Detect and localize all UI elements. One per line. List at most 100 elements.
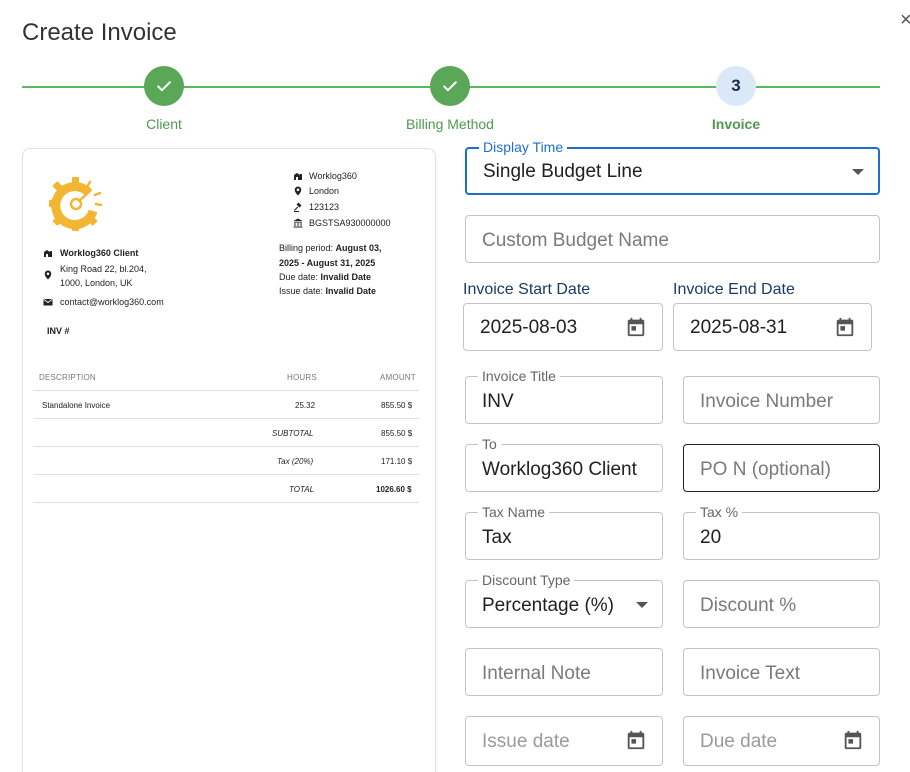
client-address-line1: King Road 22, bl.204, (60, 264, 147, 274)
total-label: TOTAL (289, 485, 315, 494)
invoice-end-date-input[interactable]: 2025-08-31 (673, 303, 872, 351)
step-billing-check[interactable] (430, 66, 470, 106)
due-date-label: Due date: (279, 272, 319, 282)
custom-budget-name-placeholder: Custom Budget Name (482, 230, 669, 251)
subtotal-label: SUBTOTAL (272, 429, 314, 438)
billing-period-value-continued: 2025 - August 31, 2025 (279, 258, 376, 268)
discount-type-label: Discount Type (478, 573, 575, 587)
issue-date-value: Invalid Date (325, 286, 377, 296)
company-logo-gear-icon (49, 177, 103, 231)
invoice-ref: INV # (47, 326, 70, 336)
email-icon (43, 297, 53, 307)
invoice-title-input[interactable]: Invoice Title INV (465, 369, 663, 424)
issue-date-label: Issue date: (279, 286, 324, 296)
check-icon (157, 81, 171, 92)
dialog-title: Create Invoice (22, 19, 177, 46)
issue-date-line: Issue date: Invalid Date (279, 287, 376, 296)
table-header-description: DESCRIPTION (39, 373, 96, 382)
row-amount: 855.50 $ (381, 401, 413, 410)
tax-percent-input[interactable]: Tax % 20 (683, 505, 880, 560)
issue-date-placeholder: Issue date (482, 731, 570, 752)
billing-period-value: August 03, (335, 243, 382, 253)
due-date-line: Due date: Invalid Date (279, 273, 371, 282)
invoice-text-input[interactable]: Invoice Text (683, 648, 880, 696)
check-icon (443, 81, 457, 92)
subtotal-value: 855.50 $ (381, 429, 413, 438)
invoice-end-date-label: Invoice End Date (673, 281, 795, 298)
invoice-preview: Worklog360 London 123123 BGSTSA930000000… (22, 148, 436, 772)
discount-percent-input[interactable]: Discount % (683, 580, 880, 628)
table-divider (33, 390, 419, 391)
discount-percent-placeholder: Discount % (700, 595, 797, 616)
step-invoice-number[interactable]: 3 (716, 66, 756, 106)
calendar-icon[interactable] (625, 729, 647, 751)
tax-percent-value: 20 (700, 527, 722, 548)
to-label: To (478, 437, 501, 451)
calendar-icon[interactable] (625, 316, 647, 338)
building-icon (43, 248, 53, 258)
po-number-input[interactable]: PO N (optional) (683, 444, 880, 492)
billing-period-label: Billing period: (279, 243, 334, 253)
chevron-down-icon (636, 602, 648, 608)
billing-period: Billing period: August 03, (279, 244, 382, 253)
client-name: Worklog360 Client (60, 248, 139, 258)
invoice-title-value: INV (482, 391, 514, 412)
calendar-icon[interactable] (834, 316, 856, 338)
invoice-number-placeholder: Invoice Number (700, 391, 834, 412)
due-date-placeholder: Due date (700, 731, 778, 752)
step-label-client[interactable]: Client (146, 116, 182, 132)
discount-type-value: Percentage (%) (482, 595, 615, 616)
tax-percent-label: Tax % (696, 505, 743, 519)
step-client-check[interactable] (144, 66, 184, 106)
to-input[interactable]: To Worklog360 Client (465, 437, 663, 492)
display-time-label: Display Time (479, 140, 568, 154)
internal-note-placeholder: Internal Note (482, 663, 591, 684)
row-hours: 25.32 (295, 401, 316, 410)
company-iban: BGSTSA930000000 (309, 218, 391, 228)
building-icon (293, 171, 303, 181)
invoice-start-date-label: Invoice Start Date (463, 281, 591, 298)
chevron-down-icon (852, 169, 864, 175)
tax-name-value: Tax (482, 527, 512, 548)
client-address-line2: 1000, London, UK (60, 278, 133, 288)
invoice-text-placeholder: Invoice Text (700, 663, 800, 684)
custom-budget-name-input[interactable]: Custom Budget Name (465, 215, 880, 263)
issue-date-input[interactable]: Issue date (465, 716, 663, 766)
row-description: Standalone Invoice (42, 401, 111, 410)
table-divider (33, 502, 419, 503)
display-time-select[interactable]: Display Time Single Budget Line (465, 140, 880, 195)
invoice-title-label: Invoice Title (478, 369, 560, 383)
tax-value: 171.10 $ (381, 457, 413, 466)
table-divider (33, 474, 419, 475)
company-city: London (309, 186, 340, 196)
table-divider (33, 418, 419, 419)
invoice-start-date-input[interactable]: 2025-08-03 (463, 303, 663, 351)
invoice-number-input[interactable]: Invoice Number (683, 376, 880, 424)
invoice-end-date-value: 2025-08-31 (690, 317, 788, 338)
total-value: 1026.60 $ (376, 485, 412, 494)
tax-label: Tax (20%) (277, 457, 314, 466)
tax-name-label: Tax Name (478, 505, 550, 519)
due-date-value: Invalid Date (320, 272, 372, 282)
step-label-invoice[interactable]: Invoice (712, 116, 760, 132)
location-pin-icon (43, 270, 53, 280)
location-pin-icon (293, 186, 303, 196)
to-value: Worklog360 Client (482, 459, 637, 480)
display-time-value: Single Budget Line (483, 161, 643, 182)
calendar-icon[interactable] (842, 729, 864, 751)
company-name: Worklog360 (309, 171, 357, 181)
table-header-hours: HOURS (287, 373, 317, 382)
gavel-icon (293, 202, 303, 212)
tax-name-input[interactable]: Tax Name Tax (465, 505, 663, 560)
discount-type-select[interactable]: Discount Type Percentage (%) (465, 573, 663, 628)
invoice-start-date-value: 2025-08-03 (480, 317, 578, 338)
due-date-input[interactable]: Due date (683, 716, 880, 766)
step-label-billing-method[interactable]: Billing Method (406, 116, 494, 132)
internal-note-input[interactable]: Internal Note (465, 648, 663, 696)
bank-icon (293, 218, 303, 228)
table-header-amount: AMOUNT (380, 373, 416, 382)
close-icon[interactable]: × (900, 10, 910, 30)
po-number-placeholder: PO N (optional) (700, 459, 831, 480)
client-email: contact@worklog360.com (60, 297, 164, 307)
company-registration: 123123 (309, 202, 340, 212)
